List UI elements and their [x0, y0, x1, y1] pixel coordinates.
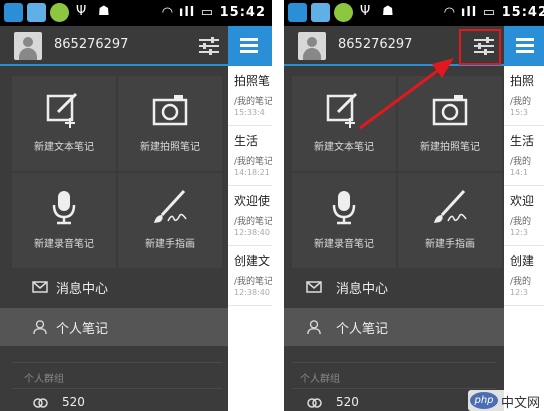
image-notification-icon — [27, 3, 46, 22]
watermark-text: 中文网 — [501, 396, 541, 411]
quick-actions-grid: 新建文本笔记 新建拍照笔记 新建录音笔记 新建手指画 — [12, 76, 222, 268]
avatar[interactable] — [298, 32, 326, 60]
nav-item-messages[interactable]: 消息中心 — [284, 268, 504, 306]
wifi-icon: ◠ — [162, 5, 174, 20]
new-text-note-tile[interactable]: 新建文本笔记 — [12, 76, 116, 171]
app-notification-icon — [288, 3, 307, 22]
usb-icon: Ψ — [360, 4, 371, 19]
drawer-header: 865276297 — [0, 26, 228, 66]
signal-icon: ıll — [460, 5, 478, 20]
divider — [12, 362, 222, 363]
status-bar: Ψ ☗ ◠ ıll ▭ 15:42 — [0, 0, 272, 26]
user-id: 865276297 — [54, 37, 129, 52]
watermark: php 中文网 — [468, 390, 544, 411]
chat-notification-icon — [50, 3, 69, 22]
settings-sliders-icon[interactable] — [198, 36, 220, 56]
android-debug-icon: ☗ — [382, 4, 394, 19]
image-notification-icon — [311, 3, 330, 22]
list-item[interactable]: 拍照/我的 15:3 — [504, 66, 544, 126]
list-item[interactable]: 欢迎/我的 12:3 — [504, 186, 544, 246]
highlight-box — [459, 29, 501, 65]
tile-label: 新建录音笔记 — [34, 239, 94, 250]
status-right: ◠ ıll ▭ 15:42 — [444, 5, 544, 20]
menu-bar — [228, 26, 272, 66]
clock: 15:42 — [501, 5, 544, 20]
nav-item-personal-notes[interactable]: 个人笔记 — [284, 308, 504, 346]
tile-label: 新建拍照笔记 — [140, 142, 200, 153]
group-item[interactable]: 520 — [0, 393, 228, 411]
tile-label: 新建手指画 — [425, 239, 475, 250]
usb-icon: Ψ — [76, 4, 87, 19]
brush-icon — [434, 189, 467, 223]
menu-icon[interactable] — [240, 38, 258, 54]
new-photo-note-tile[interactable]: 新建拍照笔记 — [118, 76, 222, 171]
tile-label: 新建手指画 — [145, 239, 195, 250]
divider — [292, 362, 496, 363]
groups-section-heading: 个人群组 — [300, 374, 340, 385]
avatar[interactable] — [14, 32, 42, 60]
list-item[interactable]: 创建文/我的笔记 12:38:40 — [228, 246, 272, 306]
clock: 15:42 — [219, 5, 266, 20]
list-item[interactable]: 拍照笔/我的笔记 15:33:4 — [228, 66, 272, 126]
status-bar: Ψ ☗ ◠ ıll ▭ 15:42 — [284, 0, 544, 26]
chat-notification-icon — [334, 3, 353, 22]
group-name: 520 — [336, 395, 359, 409]
new-voice-note-tile[interactable]: 新建录音笔记 — [292, 173, 396, 268]
list-item[interactable]: 生活/我的笔记 14:18:21 — [228, 126, 272, 186]
nav-item-personal-notes[interactable]: 个人笔记 — [0, 308, 228, 346]
microphone-icon — [52, 191, 76, 225]
nav-item-label: 消息中心 — [336, 282, 389, 297]
divider — [292, 388, 496, 389]
edit-plus-icon — [46, 92, 78, 128]
list-item[interactable]: 创建/我的 12:3 — [504, 246, 544, 306]
list-item[interactable]: 欢迎使/我的笔记 12:38:40 — [228, 186, 272, 246]
microphone-icon — [332, 191, 356, 225]
new-voice-note-tile[interactable]: 新建录音笔记 — [12, 173, 116, 268]
menu-bar — [504, 26, 544, 66]
battery-icon: ▭ — [200, 5, 215, 20]
person-icon — [307, 320, 321, 334]
menu-icon[interactable] — [516, 38, 534, 54]
group-icon — [33, 398, 48, 408]
tile-label: 新建文本笔记 — [34, 142, 94, 153]
tile-label: 新建录音笔记 — [314, 239, 374, 250]
new-finger-drawing-tile[interactable]: 新建手指画 — [118, 173, 222, 268]
person-icon — [33, 320, 47, 334]
annotation-arrow-icon — [359, 58, 454, 130]
camera-icon — [152, 95, 188, 126]
nav-item-label: 个人笔记 — [56, 322, 109, 337]
php-logo: php — [470, 392, 498, 409]
tile-label: 新建拍照笔记 — [420, 142, 480, 153]
divider — [12, 388, 222, 389]
groups-section-heading: 个人群组 — [24, 374, 64, 385]
battery-icon: ▭ — [482, 5, 497, 20]
list-item[interactable]: 生活/我的 14:1 — [504, 126, 544, 186]
nav-item-label: 消息中心 — [56, 282, 109, 297]
app-notification-icon — [4, 3, 23, 22]
phone-screen-left: Ψ ☗ ◠ ıll ▭ 15:42 865276297 新建文本笔记 新建拍照笔… — [0, 0, 272, 411]
brush-icon — [154, 189, 187, 223]
nav-item-messages[interactable]: 消息中心 — [0, 268, 228, 306]
status-right: ◠ ıll ▭ 15:42 — [162, 5, 266, 20]
new-finger-drawing-tile[interactable]: 新建手指画 — [398, 173, 502, 268]
signal-icon: ıll — [178, 5, 196, 20]
envelope-icon — [306, 281, 322, 293]
notes-list: 拍照/我的 15:3 生活/我的 14:1 欢迎/我的 12:3 创建/我的 12:3 — [504, 66, 544, 411]
tile-label: 新建文本笔记 — [314, 142, 374, 153]
group-name: 520 — [62, 395, 85, 409]
notes-list: 拍照笔/我的笔记 15:33:4 生活/我的笔记 14:18:21 欢迎使/我的笔记… — [228, 66, 272, 411]
group-icon — [307, 398, 322, 408]
envelope-icon — [32, 281, 48, 293]
nav-item-label: 个人笔记 — [336, 322, 389, 337]
android-debug-icon: ☗ — [98, 4, 110, 19]
wifi-icon: ◠ — [444, 5, 456, 20]
